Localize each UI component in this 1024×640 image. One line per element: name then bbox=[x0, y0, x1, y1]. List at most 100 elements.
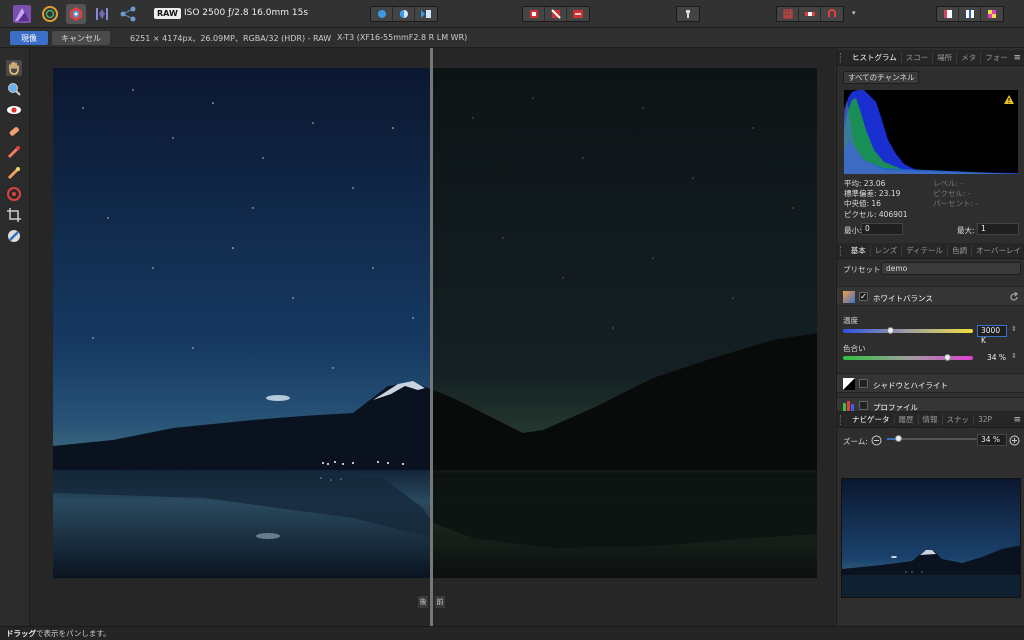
tab-32p[interactable]: 32P bbox=[974, 415, 996, 424]
retouch-brush-icon[interactable] bbox=[6, 144, 22, 160]
studio-button[interactable] bbox=[959, 7, 981, 21]
white-balance-picker-icon[interactable] bbox=[6, 228, 22, 244]
tint-input[interactable]: 34 % bbox=[977, 352, 1007, 364]
tab-detail[interactable]: ディテール bbox=[902, 245, 949, 256]
tab-metadata[interactable]: メタ bbox=[957, 52, 982, 63]
white-balance-section[interactable]: ✓ ホワイトバランス bbox=[837, 286, 1024, 306]
tab-focus[interactable]: フォー bbox=[981, 52, 1012, 63]
zoom-knob[interactable] bbox=[895, 435, 902, 442]
snapping-button[interactable] bbox=[799, 7, 821, 21]
tab-navigator[interactable]: ナビゲータ bbox=[848, 414, 895, 425]
split-label-before: 後 bbox=[418, 596, 428, 608]
profile-section[interactable]: プロファイル bbox=[837, 397, 1024, 412]
overlay-paint-icon[interactable] bbox=[6, 165, 22, 181]
chevron-down-icon[interactable]: ▾ bbox=[852, 9, 856, 17]
right-panel: ヒストグラム スコー 場所 メタ フォー ≡ すべてのチャンネル 平均: 23.… bbox=[836, 48, 1024, 626]
camera-info: X-T3 (XF16-55mmF2.8 R LM WR) bbox=[337, 33, 468, 42]
panel-grip[interactable] bbox=[840, 414, 848, 425]
red-eye-tool-icon[interactable] bbox=[6, 102, 22, 118]
blemish-tool-icon[interactable] bbox=[6, 123, 22, 139]
flashlight-button[interactable] bbox=[677, 7, 699, 21]
develop-button[interactable]: 現像 bbox=[10, 31, 48, 45]
zoom-input[interactable]: 34 % bbox=[977, 434, 1007, 446]
panel-grip[interactable] bbox=[840, 52, 848, 63]
temperature-slider[interactable] bbox=[843, 329, 973, 333]
temperature-input[interactable]: 3000 K bbox=[977, 325, 1007, 345]
zoom-out-icon[interactable] bbox=[871, 435, 882, 446]
preset-select[interactable]: demo bbox=[881, 262, 1021, 275]
min-label: 最小: bbox=[844, 226, 862, 235]
color-panel-button[interactable] bbox=[981, 7, 1003, 21]
image-info: 6251 × 4174px、26.09MP、RGBA/32 (HDR) - RA… bbox=[130, 34, 332, 43]
clipped-highlights-button[interactable] bbox=[523, 7, 545, 21]
shadows-highlights-checkbox[interactable] bbox=[859, 379, 868, 388]
assistant-button[interactable] bbox=[937, 7, 959, 21]
white-balance-icon bbox=[843, 291, 855, 303]
photo-preview[interactable] bbox=[53, 68, 817, 578]
max-input[interactable]: 1 bbox=[977, 223, 1019, 235]
develop-persona-icon[interactable] bbox=[66, 4, 86, 24]
tint-slider[interactable] bbox=[843, 356, 973, 360]
shadows-highlights-section[interactable]: シャドウとハイライト bbox=[837, 373, 1024, 393]
develop-tabs: 基本 レンズ ディテール 色調 オーバーレイ bbox=[837, 243, 1024, 259]
tab-location[interactable]: 場所 bbox=[933, 52, 958, 63]
canvas-area[interactable]: 後 前 bbox=[30, 48, 835, 626]
raw-badge: RAW bbox=[154, 8, 181, 19]
assistant-group bbox=[936, 6, 1004, 22]
channel-select[interactable]: すべてのチャンネル bbox=[843, 71, 919, 84]
tab-snapshots[interactable]: スナッ bbox=[943, 414, 974, 425]
histogram-graph bbox=[844, 90, 1018, 174]
profile-checkbox[interactable] bbox=[859, 401, 868, 410]
tab-overlay[interactable]: オーバーレイ bbox=[972, 245, 1024, 256]
liquify-persona-icon[interactable] bbox=[40, 4, 60, 24]
temperature-stepper[interactable]: ⇕ bbox=[1011, 325, 1017, 333]
status-hint-bold: ドラッグ bbox=[6, 629, 36, 638]
split-label-after: 前 bbox=[435, 596, 445, 608]
stat-pixels: ピクセル: 406901 bbox=[844, 210, 908, 219]
tab-scope[interactable]: スコー bbox=[902, 52, 934, 63]
magnet-icon[interactable] bbox=[821, 7, 843, 21]
photo-persona-icon[interactable] bbox=[12, 4, 32, 24]
export-persona-icon[interactable] bbox=[118, 4, 138, 24]
mirror-view-button[interactable] bbox=[415, 7, 437, 21]
navigator-thumbnail[interactable] bbox=[841, 478, 1021, 598]
zoom-tool-icon[interactable] bbox=[6, 81, 22, 97]
tint-knob[interactable] bbox=[944, 354, 951, 361]
tone-mapping-persona-icon[interactable] bbox=[92, 4, 112, 24]
temperature-knob[interactable] bbox=[887, 327, 894, 334]
tab-basic[interactable]: 基本 bbox=[847, 245, 871, 256]
tab-lens[interactable]: レンズ bbox=[871, 245, 903, 256]
white-balance-checkbox[interactable]: ✓ bbox=[859, 292, 868, 301]
tab-tone[interactable]: 色調 bbox=[948, 245, 973, 256]
white-balance-label: ホワイトバランス bbox=[873, 294, 933, 303]
clipped-tones-button[interactable] bbox=[567, 7, 589, 21]
crop-tool-icon[interactable] bbox=[6, 207, 22, 223]
hand-tool-icon[interactable] bbox=[6, 60, 22, 76]
tint-stepper[interactable]: ⇕ bbox=[1011, 352, 1017, 360]
main-toolbar: RAW ISO 2500 ƒ/2.8 16.0mm 15s ▾ bbox=[0, 0, 1024, 28]
grid-button[interactable] bbox=[777, 7, 799, 21]
histogram-tabs: ヒストグラム スコー 場所 メタ フォー ≡ bbox=[837, 50, 1024, 66]
single-view-button[interactable] bbox=[371, 7, 393, 21]
profile-icon bbox=[843, 401, 854, 411]
max-label: 最大: bbox=[957, 226, 975, 235]
min-input[interactable]: 0 bbox=[861, 223, 903, 235]
reset-icon[interactable] bbox=[1009, 292, 1019, 302]
panel-grip[interactable] bbox=[840, 245, 847, 256]
status-bar: ドラッグで表示をパンします。 bbox=[0, 626, 1024, 640]
clipped-shadows-button[interactable] bbox=[545, 7, 567, 21]
status-hint: で表示をパンします。 bbox=[36, 629, 111, 638]
shadows-highlights-label: シャドウとハイライト bbox=[873, 381, 948, 390]
zoom-in-icon[interactable] bbox=[1009, 435, 1020, 446]
panel-menu-icon[interactable]: ≡ bbox=[1013, 53, 1021, 63]
shadows-highlights-icon bbox=[843, 378, 855, 390]
tab-info[interactable]: 情報 bbox=[919, 414, 943, 425]
split-divider[interactable] bbox=[430, 48, 433, 626]
gradient-overlay-icon[interactable] bbox=[6, 186, 22, 202]
split-view-button[interactable] bbox=[393, 7, 415, 21]
panel-menu-icon[interactable]: ≡ bbox=[1013, 415, 1021, 425]
zoom-label: ズーム: bbox=[843, 437, 868, 446]
cancel-button[interactable]: キャンセル bbox=[52, 31, 110, 45]
tab-history[interactable]: 履歴 bbox=[895, 414, 919, 425]
tab-histogram[interactable]: ヒストグラム bbox=[848, 52, 902, 63]
